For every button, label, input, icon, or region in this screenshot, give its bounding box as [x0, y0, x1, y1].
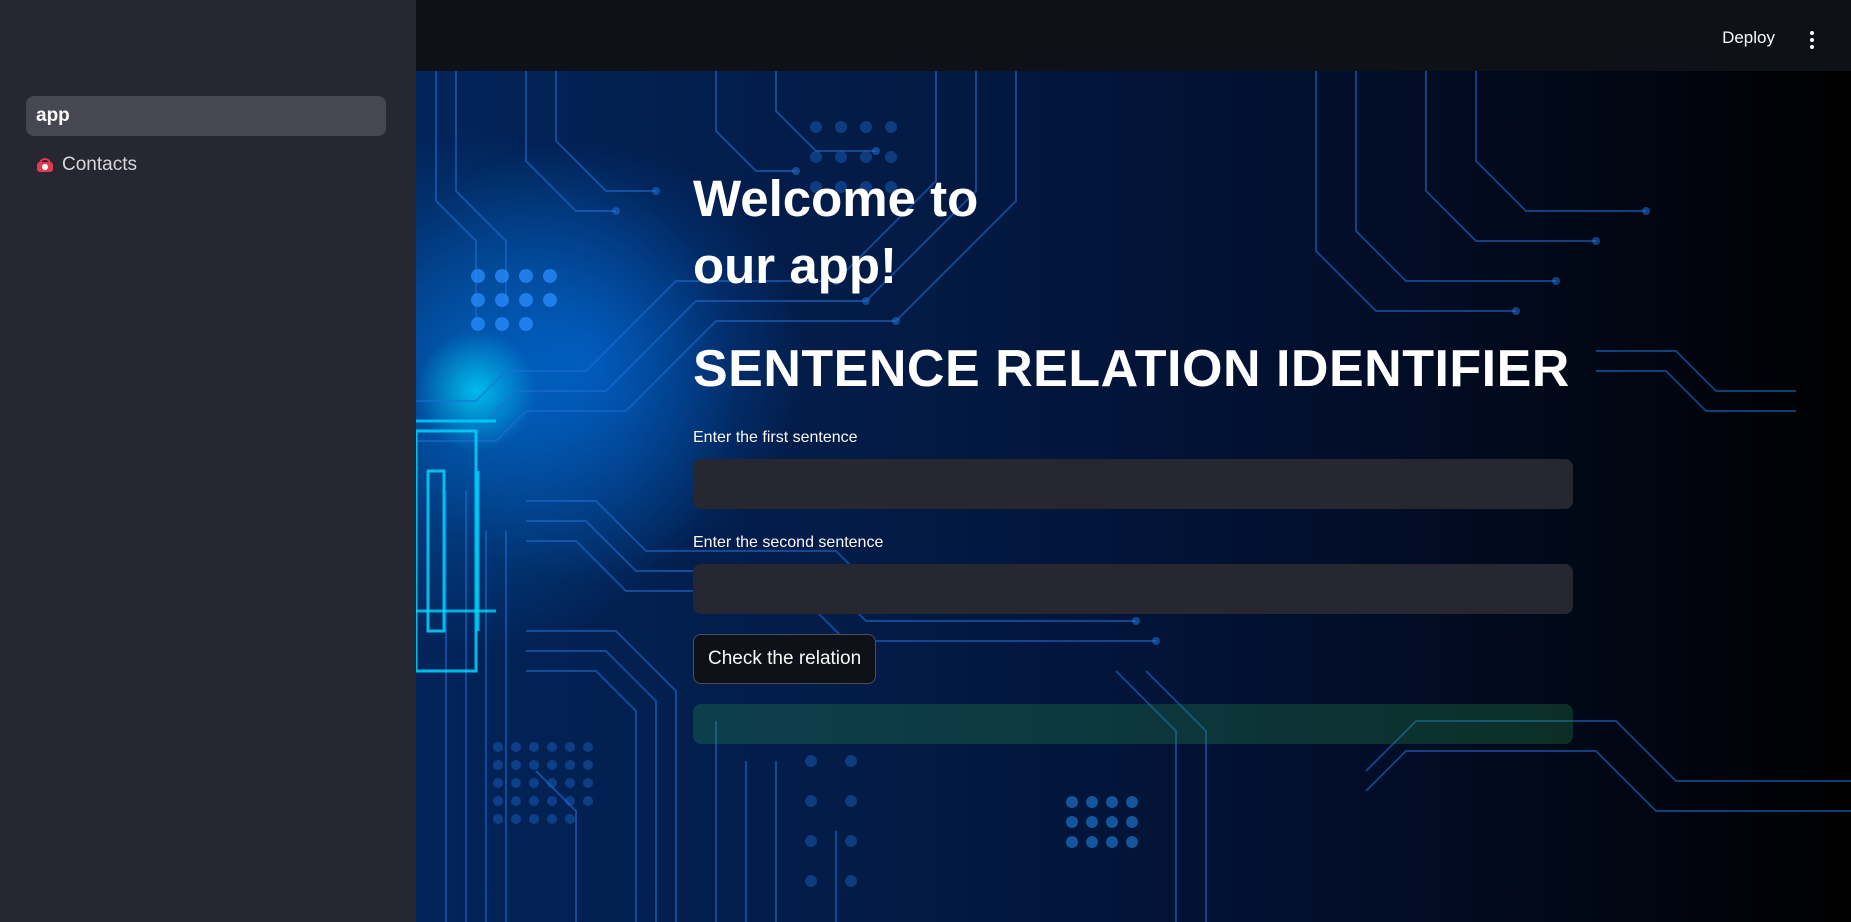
- first-sentence-input[interactable]: [693, 459, 1573, 509]
- welcome-heading: Welcome to our app!: [693, 165, 1093, 299]
- first-sentence-label: Enter the first sentence: [693, 429, 858, 446]
- sidebar-item-label: Contacts: [62, 154, 137, 175]
- welcome-line-1: Welcome to: [693, 170, 979, 227]
- header-bar: Deploy: [416, 0, 1851, 71]
- sidebar-item-app[interactable]: app: [26, 96, 386, 136]
- sidebar-item-contacts[interactable]: Contacts: [26, 145, 386, 185]
- vertical-dots-icon[interactable]: [1810, 31, 1814, 51]
- result-message-box: [693, 704, 1573, 744]
- sidebar: app Contacts: [0, 0, 416, 922]
- sidebar-item-label: app: [36, 105, 70, 126]
- welcome-line-2: our app!: [693, 237, 897, 294]
- check-relation-button[interactable]: Check the relation: [693, 634, 877, 684]
- deploy-button[interactable]: Deploy: [1722, 28, 1775, 48]
- telephone-icon: [36, 158, 54, 172]
- main-area: Welcome to our app! SENTENCE RELATION ID…: [416, 71, 1851, 922]
- second-sentence-input[interactable]: [693, 564, 1573, 614]
- page-title: SENTENCE RELATION IDENTIFIER: [693, 340, 1570, 398]
- second-sentence-label: Enter the second sentence: [693, 534, 884, 551]
